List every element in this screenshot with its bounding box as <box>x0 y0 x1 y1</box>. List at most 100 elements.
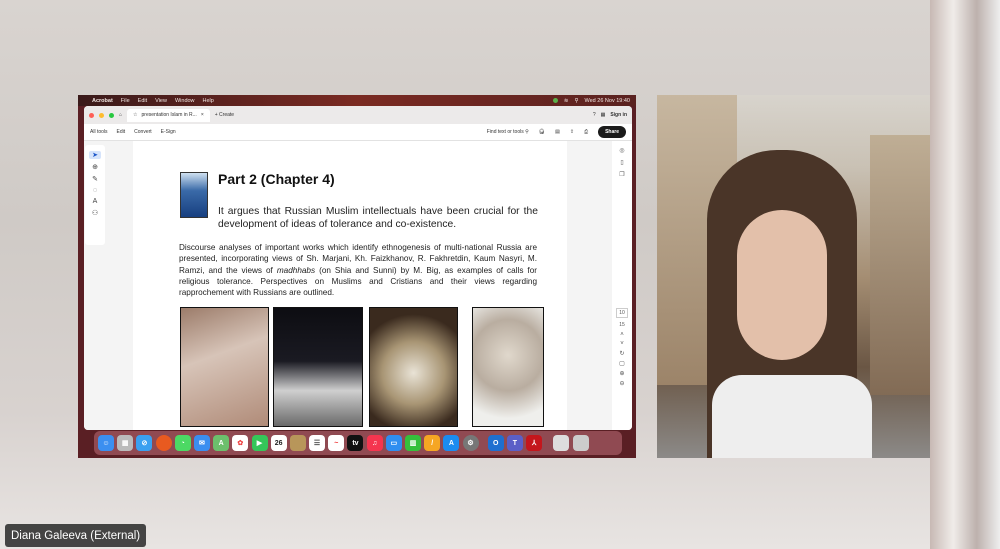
background-decor <box>930 0 1000 549</box>
menu-view[interactable]: View <box>155 98 167 104</box>
rotate-icon[interactable]: ↻ <box>619 350 624 357</box>
all-tools-button[interactable]: All tools <box>90 129 108 135</box>
mail-icon[interactable]: ✉ <box>193 435 210 451</box>
menu-help[interactable]: Help <box>203 98 214 104</box>
messages-icon[interactable]: ◔ <box>174 435 191 451</box>
calendar-icon[interactable]: 26 <box>270 435 287 451</box>
menu-window[interactable]: Window <box>175 98 195 104</box>
finder-icon[interactable]: ☺ <box>98 435 114 451</box>
pages-app-icon[interactable]: / <box>424 435 441 451</box>
body-emphasis: madhhabs <box>276 265 316 275</box>
convert-button[interactable]: Convert <box>134 129 152 135</box>
lasso-tool-icon[interactable]: ◌ <box>93 187 97 194</box>
photo-bust <box>472 307 544 427</box>
reminders-icon[interactable]: ☰ <box>309 435 326 451</box>
slide-title: Part 2 (Chapter 4) <box>218 171 335 187</box>
slide-body: Discourse analyses of important works wh… <box>179 242 537 298</box>
preview-icon[interactable] <box>553 435 570 451</box>
music-icon[interactable]: ♫ <box>366 435 383 451</box>
headphones-icon[interactable]: 🎧︎ <box>539 129 545 135</box>
stamp-tool-icon[interactable]: ⚇ <box>92 209 98 217</box>
right-tools: ◎ ▯ ❐ 10 15 ˄ ˅ ↻ ▢ ⊕ ⊖ <box>612 141 632 430</box>
wifi-icon[interactable]: ≋ <box>564 98 569 104</box>
slide-lead: It argues that Russian Muslim intellectu… <box>218 206 538 230</box>
star-icon[interactable]: ☆ <box>133 112 137 118</box>
notes-app-icon[interactable] <box>289 435 306 451</box>
comment-icon[interactable]: ◎ <box>619 147 624 154</box>
acrobat-window: ⌂ ☆ presentation Islam in R... × + Creat… <box>84 106 632 430</box>
find-button[interactable]: Find text or tools ⚲ <box>487 129 529 135</box>
shared-screen: Acrobat File Edit View Window Help ≋ ⚲ W… <box>78 95 636 458</box>
app-store-icon[interactable]: A <box>443 435 460 451</box>
photo-books-display <box>180 307 269 427</box>
dock: ☺ ▦ ⊘ ◔ ✉ A ✿ ▶ 26 ☰ ~ tv ♫ ▭ ▥ / A ⚙ O … <box>94 431 622 455</box>
menu-edit[interactable]: Edit <box>138 98 147 104</box>
select-tool-icon[interactable]: ➤ <box>89 151 101 159</box>
minimize-window-button[interactable] <box>99 112 104 118</box>
close-tab-icon[interactable]: × <box>201 112 204 118</box>
photos-icon[interactable]: ✿ <box>232 435 249 451</box>
close-window-button[interactable] <box>89 112 94 118</box>
status-icon[interactable] <box>552 98 558 103</box>
photo-monument <box>273 307 363 427</box>
help-icon[interactable]: ? <box>593 112 596 118</box>
maps-icon[interactable]: A <box>213 435 230 451</box>
prev-page-icon[interactable]: ˄ <box>620 332 624 338</box>
pdf-page: Part 2 (Chapter 4) It argues that Russia… <box>133 141 567 430</box>
trash-icon[interactable] <box>572 435 589 451</box>
search-icon[interactable]: ⚲ <box>575 98 579 104</box>
document-area: ➤ ⊕ ✎ ◌ A ⚇ Part 2 (Chapter 4) It argues… <box>84 141 632 430</box>
participant-name-label: Diana Galeeva (External) <box>5 524 147 547</box>
next-page-icon[interactable]: ˅ <box>620 341 624 347</box>
total-pages: 15 <box>619 322 625 328</box>
text-tool-icon[interactable]: A <box>93 198 98 205</box>
bookmark-icon[interactable]: ▯ <box>620 159 623 166</box>
apps-grid-icon[interactable]: ▦ <box>601 112 606 118</box>
facetime-icon[interactable]: ▶ <box>251 435 268 451</box>
menu-app[interactable]: Acrobat <box>92 98 113 104</box>
person-face <box>737 210 827 360</box>
sign-in-button[interactable]: Sign in <box>610 112 627 118</box>
home-icon[interactable]: ⌂ <box>119 112 122 118</box>
numbers-icon[interactable]: ▥ <box>405 435 421 451</box>
acrobat-icon[interactable]: ⅄ <box>526 435 543 451</box>
zoom-out-icon[interactable]: ⊖ <box>619 380 624 387</box>
current-page[interactable]: 10 <box>616 308 628 318</box>
toolbar: All tools Edit Convert E-Sign Find text … <box>84 124 632 141</box>
photo-portrait <box>369 307 458 427</box>
maximize-window-button[interactable] <box>109 112 114 118</box>
firefox-icon[interactable] <box>155 435 172 451</box>
upload-icon[interactable]: ⇪ <box>570 129 574 135</box>
print-icon[interactable]: ⎙ <box>584 129 588 135</box>
tv-icon[interactable]: tv <box>347 435 364 451</box>
book-cover-image <box>180 172 208 218</box>
create-button[interactable]: + Create <box>215 112 234 118</box>
participant-video <box>657 95 930 458</box>
zoom-tool-icon[interactable]: ⊕ <box>92 163 98 171</box>
save-icon[interactable]: ▤ <box>555 129 560 135</box>
menu-file[interactable]: File <box>121 98 130 104</box>
mac-menubar: Acrobat File Edit View Window Help ≋ ⚲ W… <box>78 95 636 106</box>
document-tab[interactable]: ☆ presentation Islam in R... × <box>127 108 210 122</box>
keynote-icon[interactable]: ▭ <box>385 435 402 451</box>
tab-bar: ⌂ ☆ presentation Islam in R... × + Creat… <box>84 106 632 124</box>
zoom-in-icon[interactable]: ⊕ <box>619 370 624 377</box>
edit-button[interactable]: Edit <box>117 129 126 135</box>
pages-icon[interactable]: ❐ <box>619 171 624 178</box>
page-fit-icon[interactable]: ▢ <box>619 360 625 367</box>
pen-tool-icon[interactable]: ✎ <box>92 175 98 183</box>
safari-icon[interactable]: ⊘ <box>136 435 153 451</box>
tab-title: presentation Islam in R... <box>141 112 197 118</box>
left-tools: ➤ ⊕ ✎ ◌ A ⚇ <box>85 145 105 245</box>
clock[interactable]: Wed 26 Nov 19:40 <box>585 98 630 104</box>
find-label: Find text or tools <box>486 129 524 135</box>
building-right <box>870 135 930 395</box>
esign-button[interactable]: E-Sign <box>161 129 176 135</box>
person-shirt <box>712 375 872 458</box>
settings-icon[interactable]: ⚙ <box>462 435 479 451</box>
outlook-icon[interactable]: O <box>487 435 504 451</box>
launchpad-icon[interactable]: ▦ <box>117 435 134 451</box>
freeform-icon[interactable]: ~ <box>328 435 345 451</box>
share-button[interactable]: Share <box>598 126 626 138</box>
teams-icon[interactable]: T <box>506 435 523 451</box>
